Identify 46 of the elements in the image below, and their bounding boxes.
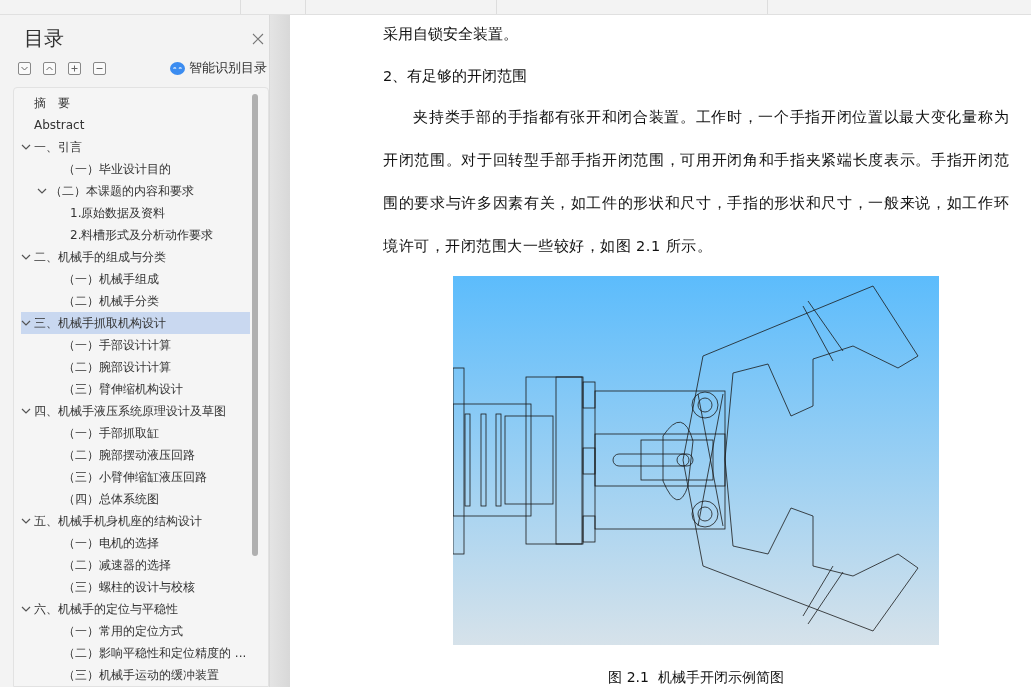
chevron-icon[interactable] [21, 406, 31, 416]
toc-item[interactable]: （四）总体系统图 [21, 488, 250, 510]
chevron-icon[interactable] [21, 318, 31, 328]
toc-item[interactable]: Abstract [21, 114, 250, 136]
toc-item[interactable]: （二）腕部设计计算 [21, 356, 250, 378]
panel-title: 目录 [24, 25, 64, 52]
toc-item[interactable]: 四、机械手液压系统原理设计及草图 [21, 400, 250, 422]
toc-item[interactable]: 五、机械手机身机座的结构设计 [21, 510, 250, 532]
chevron-icon[interactable] [21, 142, 31, 152]
toc-item[interactable]: （二）腕部摆动液压回路 [21, 444, 250, 466]
close-icon[interactable] [252, 32, 264, 45]
paragraph: 夹持类手部的手指都有张开和闭合装置。工作时，一个手指开闭位置以最大变化量称为开闭范围。对于回转型手部手指开闭范围，可用开闭角和手指夹紧端长度表示。手指开闭范围的要求与许多因素有关，如工件的形状和尺寸，手指的形状和尺寸，一般来说，如工作环境许可，开闭范围大一些较好，如图 2.1 所示。 [383, 108, 1009, 256]
toc-item[interactable]: （一）机械手组成 [21, 268, 250, 290]
toc-item[interactable]: （三）螺柱的设计与校核 [21, 576, 250, 598]
minus-icon[interactable] [93, 62, 106, 75]
chevron-icon[interactable] [21, 604, 31, 614]
toc-item[interactable]: （一）手部抓取缸 [21, 422, 250, 444]
toc-item[interactable]: （一）手部设计计算 [21, 334, 250, 356]
toc-item[interactable]: 2.料槽形式及分析动作要求 [21, 224, 250, 246]
toc-item[interactable]: 六、机械手的定位与平稳性 [21, 598, 250, 620]
plus-icon[interactable] [68, 62, 81, 75]
expand-all-icon[interactable] [18, 62, 31, 75]
chevron-icon[interactable] [21, 516, 31, 526]
figure-caption: 图 2.1 机械手开闭示例简图 [608, 669, 784, 687]
toc-item[interactable]: （一）毕业设计目的 [21, 158, 250, 180]
toc-item[interactable]: （一）常用的定位方式 [21, 620, 250, 642]
toc-item[interactable]: （二）本课题的内容和要求 [21, 180, 250, 202]
toc-item[interactable]: （二）影响平稳性和定位精度的 ... [21, 642, 250, 664]
toc-item[interactable]: （三）机械手运动的缓冲装置 [21, 664, 250, 686]
collapse-all-icon[interactable] [43, 62, 56, 75]
toc-item[interactable]: 1.原始数据及资料 [21, 202, 250, 224]
toc-item[interactable]: 二、机械手的组成与分类 [21, 246, 250, 268]
toc-item[interactable]: （三）臂伸缩机构设计 [21, 378, 250, 400]
toc-item[interactable]: （三）小臂伸缩缸液压回路 [21, 466, 250, 488]
toc-item[interactable]: 一、引言 [21, 136, 250, 158]
scrollbar[interactable] [252, 94, 258, 556]
section-heading: 2、有足够的开闭范围 [383, 67, 529, 86]
chevron-icon[interactable] [21, 252, 31, 262]
toc-item[interactable]: （二）减速器的选择 [21, 554, 250, 576]
toc-item[interactable]: 摘 要 [21, 92, 250, 114]
body-text: 采用自锁安全装置。 [383, 25, 519, 44]
smart-toc-button[interactable]: 智能识别目录 [170, 60, 267, 77]
toc-item[interactable]: （一）电机的选择 [21, 532, 250, 554]
toc-item[interactable]: （二）机械手分类 [21, 290, 250, 312]
toc-item[interactable]: 三、机械手抓取机构设计 [21, 312, 250, 334]
chevron-icon[interactable] [37, 186, 47, 196]
